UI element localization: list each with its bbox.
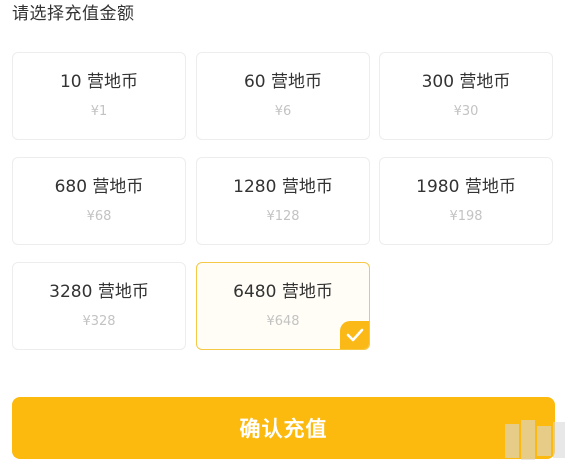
option-price: ¥128: [266, 209, 300, 224]
section-title: 请选择充值金额: [12, 4, 135, 24]
amount-option-1980[interactable]: 1980 营地币 ¥198: [379, 157, 553, 245]
watermark-block: [505, 424, 519, 458]
checkmark-icon: [346, 328, 364, 342]
amount-option-60[interactable]: 60 营地币 ¥6: [196, 52, 370, 140]
option-coins: 1280 营地币: [233, 177, 333, 197]
option-coins: 300 营地币: [421, 72, 511, 92]
watermark-block: [553, 422, 565, 458]
selected-check-badge: [340, 321, 369, 349]
amount-option-300[interactable]: 300 营地币 ¥30: [379, 52, 553, 140]
amount-option-6480-selected[interactable]: 6480 营地币 ¥648: [196, 262, 370, 350]
option-coins: 10 营地币: [59, 72, 139, 92]
confirm-recharge-button[interactable]: 确认充值: [12, 397, 555, 459]
option-coins: 680 营地币: [54, 177, 144, 197]
option-price: ¥1: [90, 104, 108, 119]
option-price: ¥30: [453, 104, 479, 119]
watermark-block: [521, 420, 535, 460]
amount-option-3280[interactable]: 3280 营地币 ¥328: [12, 262, 186, 350]
option-price: ¥328: [82, 314, 116, 329]
option-coins: 1980 营地币: [416, 177, 516, 197]
recharge-page: 请选择充值金额 10 营地币 ¥1 60 营地币 ¥6 300 营地币 ¥30 …: [0, 0, 571, 471]
amount-option-10[interactable]: 10 营地币 ¥1: [12, 52, 186, 140]
option-coins: 6480 营地币: [233, 282, 333, 302]
option-price: ¥6: [274, 104, 292, 119]
amount-option-680[interactable]: 680 营地币 ¥68: [12, 157, 186, 245]
watermark-block: [537, 426, 551, 456]
option-price: ¥68: [86, 209, 112, 224]
blurred-watermark: [505, 420, 567, 462]
option-price: ¥198: [449, 209, 483, 224]
option-coins: 60 营地币: [243, 72, 323, 92]
option-coins: 3280 营地币: [49, 282, 149, 302]
amount-option-1280[interactable]: 1280 营地币 ¥128: [196, 157, 370, 245]
